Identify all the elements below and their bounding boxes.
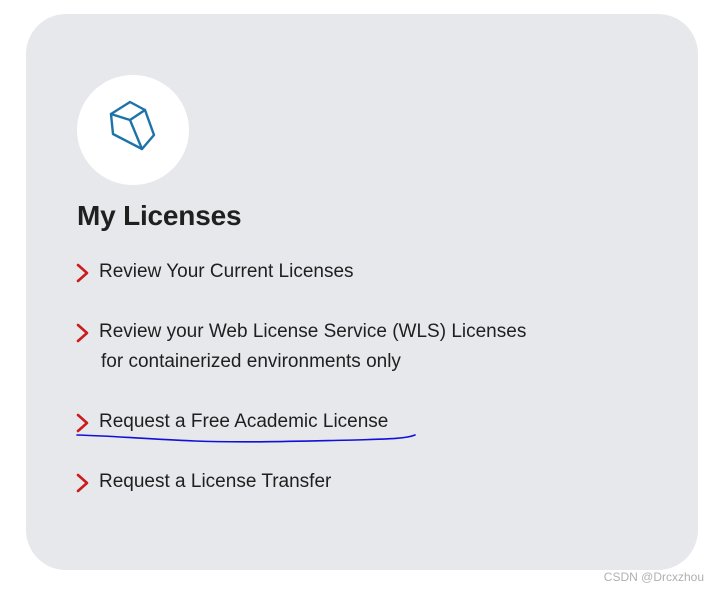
link-label[interactable]: Review Your Current Licenses bbox=[99, 257, 354, 287]
section-title: My Licenses bbox=[77, 200, 242, 231]
chevron-right-icon bbox=[76, 413, 89, 433]
watermark: CSDN @Drcxzhou bbox=[603, 570, 704, 584]
link-review-wls-licenses[interactable]: Review your Web License Service (WLS) Li… bbox=[75, 321, 526, 377]
icon-badge bbox=[77, 75, 189, 185]
link-request-license-transfer[interactable]: Request a License Transfer bbox=[75, 471, 331, 497]
hand-drawn-underline bbox=[76, 434, 416, 443]
chevron-right-icon bbox=[76, 263, 89, 283]
chevron-right-icon bbox=[76, 473, 89, 493]
chevron-right-icon bbox=[76, 323, 89, 343]
link-review-current-licenses[interactable]: Review Your Current Licenses bbox=[75, 261, 354, 287]
cube-icon bbox=[109, 100, 156, 151]
link-label[interactable]: Request a License Transfer bbox=[99, 467, 331, 497]
link-label[interactable]: Review your Web License Service (WLS) Li… bbox=[99, 317, 526, 377]
licenses-card: My Licenses Review Your Current Licenses… bbox=[26, 14, 698, 570]
